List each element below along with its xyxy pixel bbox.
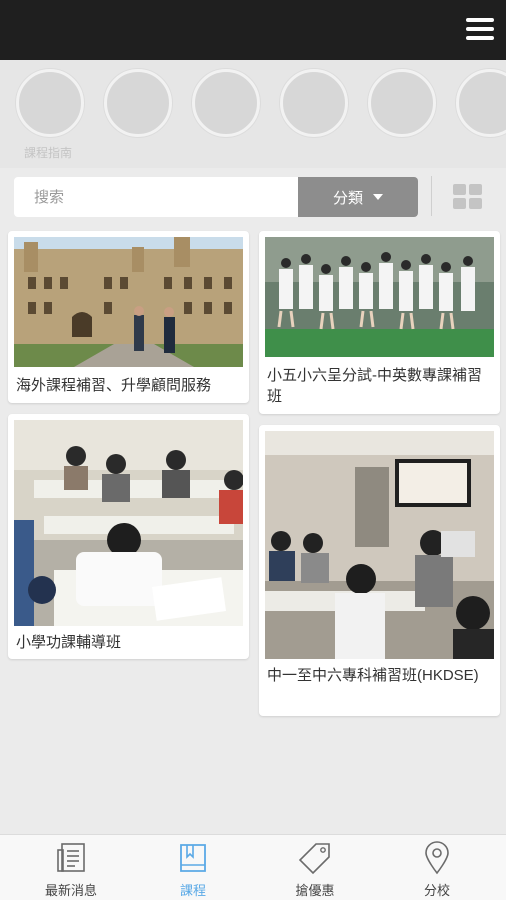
caret-down-icon [373,194,383,200]
course-card[interactable]: 中一至中六專科補習班(HKDSE) [259,425,500,716]
bottom-navigation: 最新消息 課程 搶優惠 分校 [0,834,506,900]
university-building-photo [14,237,243,367]
category-circle[interactable] [456,69,506,137]
category-circle[interactable] [368,69,436,137]
secondary-classroom-photo [265,431,494,659]
course-card[interactable]: 海外課程補習、升學顧問服務 [8,231,249,403]
tab-label: 搶優惠 [295,883,335,898]
book-icon [180,844,206,872]
tab-news[interactable]: 最新消息 [8,835,134,900]
circle-caption: 課程指南 [24,146,73,160]
category-circle[interactable] [280,69,348,137]
tab-courses[interactable]: 課程 [130,835,256,900]
top-app-bar [0,0,506,60]
search-input[interactable] [14,177,298,217]
students-jumping-photo [265,237,494,357]
course-card-title: 小五小六呈分試-中英數專課補習班 [267,367,482,405]
category-circles-strip[interactable]: 課程指南 [0,60,506,168]
newspaper-icon [57,843,85,872]
tag-icon [299,843,330,875]
category-circle[interactable] [16,69,84,137]
primary-classroom-photo [14,420,243,626]
menu-icon[interactable] [466,18,494,42]
grid-view-icon[interactable] [453,184,483,210]
category-circle[interactable] [104,69,172,137]
course-card[interactable]: 小學功課輔導班 [8,414,249,659]
course-card[interactable]: 小五小六呈分試-中英數專課補習班 [259,231,500,414]
tab-label: 分校 [423,883,450,898]
tab-label: 最新消息 [44,883,97,898]
category-circle[interactable] [192,69,260,137]
location-pin-icon [425,841,449,875]
tab-branches[interactable]: 分校 [374,835,500,900]
course-card-title: 中一至中六專科補習班(HKDSE) [267,667,479,684]
course-card-title: 小學功課輔導班 [16,634,122,651]
category-button-label: 分類 [332,189,363,207]
tab-deals[interactable]: 搶優惠 [252,835,378,900]
tab-label: 課程 [179,883,206,898]
divider [431,176,432,216]
category-dropdown-button[interactable]: 分類 [298,177,418,217]
search-bar: 分類 [0,168,506,230]
course-card-title: 海外課程補習、升學顧問服務 [16,377,212,394]
